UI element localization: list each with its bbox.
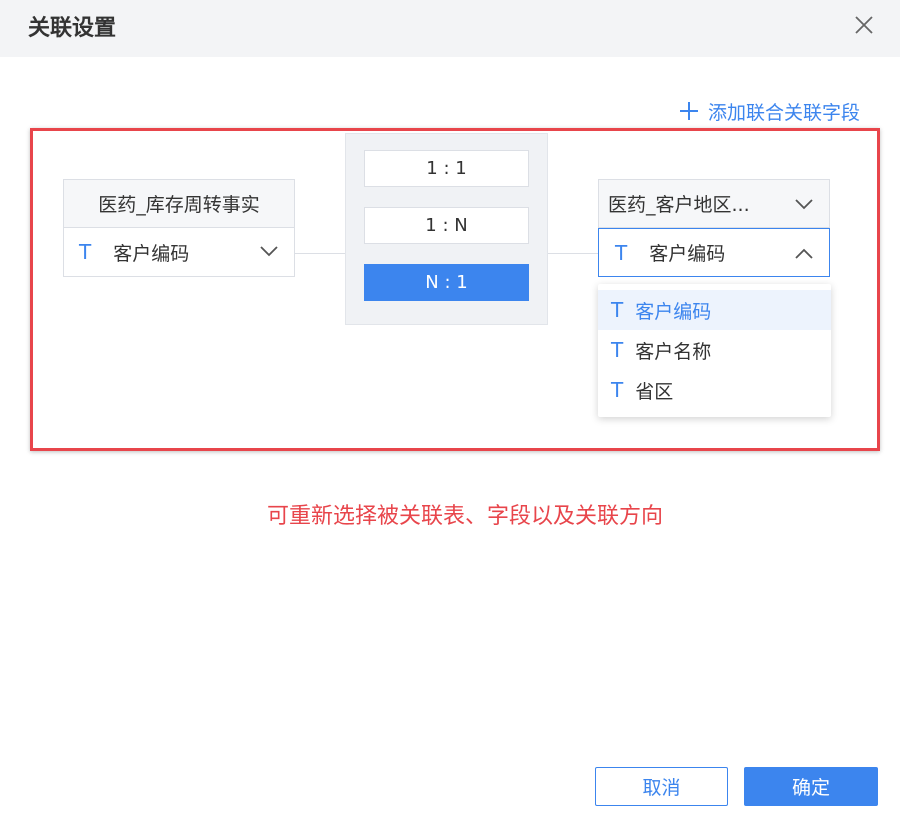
left-connector — [295, 253, 345, 254]
relation-option-label: N : 1 — [425, 272, 468, 293]
plus-icon — [680, 102, 698, 120]
dropdown-option[interactable]: T 省区 — [598, 370, 831, 410]
dialog-title: 关联设置 — [28, 16, 117, 41]
left-table-name: 医药_库存周转事实 — [64, 180, 294, 228]
right-table-card: 医药_客户地区... T 客户编码 — [598, 179, 830, 277]
chevron-down-icon[interactable] — [259, 244, 279, 258]
dropdown-option-label: 客户编码 — [635, 300, 712, 323]
add-joint-field-button[interactable]: 添加联合关联字段 — [678, 97, 860, 125]
add-joint-field-label: 添加联合关联字段 — [708, 101, 861, 124]
left-field-label: 客户编码 — [113, 242, 190, 265]
text-type-icon: T — [79, 240, 92, 264]
relation-option-1-1[interactable]: 1 : 1 — [364, 150, 529, 187]
left-table-card: 医药_库存周转事实 T 客户编码 — [63, 179, 295, 277]
right-table-name-label: 医药_客户地区... — [608, 194, 750, 216]
text-type-icon: T — [615, 240, 628, 265]
chevron-down-icon[interactable] — [794, 197, 814, 211]
left-field-select[interactable]: T 客户编码 — [64, 228, 294, 276]
relation-option-label: 1 : N — [425, 215, 468, 236]
dropdown-option[interactable]: T 客户编码 — [598, 290, 831, 330]
relation-option-1-n[interactable]: 1 : N — [364, 207, 529, 244]
dialog-header: 关联设置 — [0, 0, 900, 57]
field-dropdown: T 客户编码 T 客户名称 T 省区 — [598, 284, 831, 417]
left-table-name-label: 医药_库存周转事实 — [98, 194, 260, 216]
right-table-select[interactable]: 医药_客户地区... — [599, 180, 829, 228]
cancel-button[interactable]: 取消 — [595, 767, 728, 806]
relation-option-n-1[interactable]: N : 1 — [364, 264, 529, 301]
annotation-text: 可重新选择被关联表、字段以及关联方向 — [266, 504, 663, 529]
relation-direction-panel: 1 : 1 1 : N N : 1 — [345, 133, 548, 325]
right-field-select[interactable]: T 客户编码 — [598, 228, 830, 277]
right-field-label: 客户编码 — [649, 243, 726, 265]
dropdown-option-label: 客户名称 — [635, 340, 712, 363]
chevron-up-icon[interactable] — [794, 247, 814, 261]
text-type-icon: T — [611, 338, 624, 362]
confirm-button-label: 确定 — [791, 777, 830, 799]
dropdown-option[interactable]: T 客户名称 — [598, 330, 831, 370]
text-type-icon: T — [611, 298, 624, 322]
cancel-button-label: 取消 — [642, 777, 681, 799]
confirm-button[interactable]: 确定 — [744, 767, 878, 806]
relation-option-label: 1 : 1 — [426, 158, 467, 179]
dropdown-option-label: 省区 — [635, 380, 674, 403]
right-connector — [548, 253, 598, 254]
close-icon[interactable] — [850, 11, 878, 39]
text-type-icon: T — [611, 378, 624, 402]
